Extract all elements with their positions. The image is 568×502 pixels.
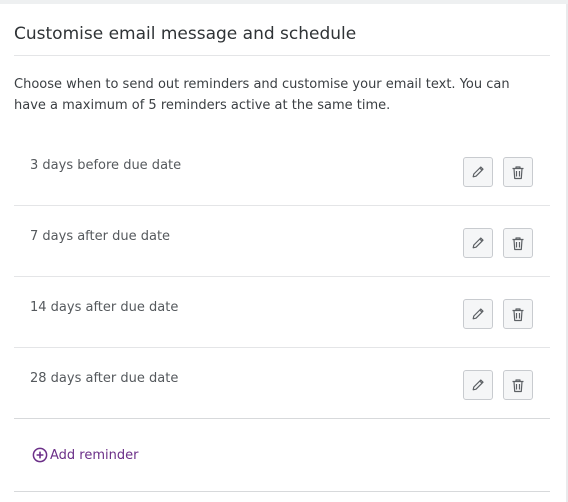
title-divider <box>14 55 550 56</box>
section-title: Customise email message and schedule <box>14 24 357 44</box>
reminder-label: 28 days after due date <box>30 371 179 386</box>
reminder-label: 7 days after due date <box>30 229 171 244</box>
reminder-row: 14 days after due date <box>14 277 550 348</box>
bottom-divider <box>14 491 550 492</box>
plus-circle-icon <box>32 447 48 463</box>
edit-reminder-button[interactable] <box>463 228 493 258</box>
edit-reminder-button[interactable] <box>463 370 493 400</box>
pencil-icon <box>472 308 484 320</box>
reminder-label: 3 days before due date <box>30 158 182 173</box>
trash-icon <box>512 307 524 321</box>
delete-reminder-button[interactable] <box>503 299 533 329</box>
add-reminder-button[interactable]: Add reminder <box>32 447 138 463</box>
trash-icon <box>512 165 524 179</box>
section-description: Choose when to send out reminders and cu… <box>14 77 510 113</box>
page: Customise email message and schedule Cho… <box>0 0 568 502</box>
reminder-row: 3 days before due date <box>14 135 550 206</box>
reminder-row: 7 days after due date <box>14 206 550 277</box>
delete-reminder-button[interactable] <box>503 370 533 400</box>
delete-reminder-button[interactable] <box>503 157 533 187</box>
delete-reminder-button[interactable] <box>503 228 533 258</box>
pencil-icon <box>472 166 484 178</box>
reminder-list: 3 days before due date 7 days after due … <box>14 135 550 419</box>
pencil-icon <box>472 379 484 391</box>
reminder-row: 28 days after due date <box>14 348 550 419</box>
trash-icon <box>512 236 524 250</box>
trash-icon <box>512 378 524 392</box>
edit-reminder-button[interactable] <box>463 299 493 329</box>
edit-reminder-button[interactable] <box>463 157 493 187</box>
pencil-icon <box>472 237 484 249</box>
reminders-card: Customise email message and schedule Cho… <box>0 4 568 502</box>
add-reminder-label: Add reminder <box>50 447 139 463</box>
reminder-label: 14 days after due date <box>30 300 179 315</box>
